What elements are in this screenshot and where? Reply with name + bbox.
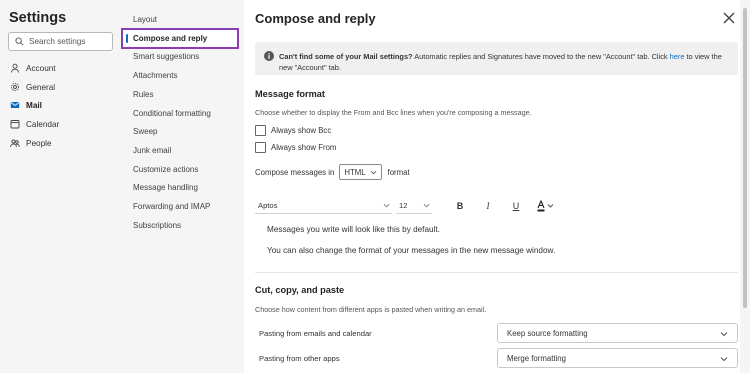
info-banner-link[interactable]: here [670,52,685,61]
always-show-from-label: Always show From [271,143,337,152]
calendar-icon [9,118,21,130]
nav-calendar[interactable]: Calendar [9,116,59,132]
settings-panel: Compose and reply Can't find some of you… [244,0,750,373]
subnav-compose-and-reply[interactable]: Compose and reply [121,28,239,49]
nav-general-label: General [26,82,56,92]
preview-line-2: You can also change the format of your m… [267,246,556,255]
paste-emails-dropdown[interactable]: Keep source formatting [497,323,738,343]
compose-format-line: Compose messages in HTML format [255,164,410,180]
cut-copy-paste-description: Choose how content from different apps i… [255,305,487,314]
info-banner-text: Can't find some of your Mail settings? A… [279,51,729,73]
preview-line-1: Messages you write will look like this b… [267,225,440,234]
info-banner-body: Automatic replies and Signatures have mo… [412,52,670,61]
search-settings-box[interactable] [8,32,114,51]
subnav-junk-email[interactable]: Junk email [133,144,171,158]
checkbox-box[interactable] [255,142,266,153]
people-icon [9,137,21,149]
compose-format-suffix: format [387,167,410,177]
subnav-forwarding-and-imap[interactable]: Forwarding and IMAP [133,200,210,214]
message-format-heading: Message format [255,89,325,99]
person-icon [9,62,21,74]
message-format-description: Choose whether to display the From and B… [255,108,532,117]
search-settings-input[interactable] [29,37,114,46]
subnav-layout[interactable]: Layout [133,13,157,27]
chevron-down-icon [720,332,728,337]
mail-icon [9,99,21,111]
underline-button[interactable]: U [509,199,523,213]
subnav-message-handling[interactable]: Message handling [133,181,198,195]
compose-format-prefix: Compose messages in [255,167,335,177]
compose-format-value: HTML [344,167,366,177]
italic-button[interactable]: I [481,199,495,213]
nav-account[interactable]: Account [9,60,56,76]
settings-title: Settings [9,10,67,26]
subnav-smart-suggestions[interactable]: Smart suggestions [133,50,199,64]
font-family-value: Aptos [258,201,278,210]
subnav-customize-actions[interactable]: Customize actions [133,163,198,177]
close-icon[interactable] [722,11,736,25]
nav-calendar-label: Calendar [26,119,60,129]
nav-general[interactable]: General [9,79,55,95]
paste-other-apps-label: Pasting from other apps [259,354,340,363]
paste-other-apps-dropdown[interactable]: Merge formatting [497,348,738,368]
scrollbar-thumb[interactable] [743,8,747,308]
bold-button[interactable]: B [453,199,467,213]
mail-settings-subnav: Layout Compose and reply Smart suggestio… [118,0,244,373]
subnav-sweep[interactable]: Sweep [133,125,157,139]
subnav-attachments[interactable]: Attachments [133,69,177,83]
chevron-down-icon [720,357,728,362]
paste-emails-value: Keep source formatting [507,329,588,338]
nav-mail-label: Mail [26,100,42,110]
font-family-dropdown[interactable]: Aptos [255,197,392,214]
paste-other-apps-value: Merge formatting [507,354,566,363]
gear-icon [9,81,21,93]
subnav-conditional-formatting[interactable]: Conditional formatting [133,107,211,121]
font-color-icon [537,199,554,212]
search-icon [15,37,24,46]
info-banner: Can't find some of your Mail settings? A… [255,42,738,75]
nav-people[interactable]: People [9,135,52,151]
section-divider [255,272,738,273]
font-size-value: 12 [399,201,408,210]
always-show-bcc-label: Always show Bcc [271,126,332,135]
chevron-down-icon [423,203,430,208]
settings-nav: Settings Account General Mail Calendar P… [0,0,118,373]
always-show-from-checkbox[interactable]: Always show From [255,142,336,153]
checkbox-box[interactable] [255,125,266,136]
cut-copy-paste-heading: Cut, copy, and paste [255,285,345,295]
selected-indicator [126,34,128,43]
font-color-button[interactable] [535,199,555,213]
subnav-rules[interactable]: Rules [133,88,153,102]
nav-account-label: Account [26,63,56,73]
subnav-compose-and-reply-label: Compose and reply [133,34,208,43]
panel-title: Compose and reply [255,11,376,26]
nav-people-label: People [26,138,52,148]
subnav-subscriptions[interactable]: Subscriptions [133,219,181,233]
chevron-down-icon [370,170,376,174]
nav-mail[interactable]: Mail [9,97,42,113]
chevron-down-icon [383,203,390,208]
scrollbar[interactable] [740,0,750,373]
info-banner-bold: Can't find some of your Mail settings? [279,52,413,61]
compose-format-dropdown[interactable]: HTML [339,164,382,180]
info-icon [264,51,274,61]
always-show-bcc-checkbox[interactable]: Always show Bcc [255,125,331,136]
formatting-toolbar: Aptos 12 B I U [255,197,555,214]
paste-emails-label: Pasting from emails and calendar [259,329,372,338]
font-size-dropdown[interactable]: 12 [396,197,432,214]
